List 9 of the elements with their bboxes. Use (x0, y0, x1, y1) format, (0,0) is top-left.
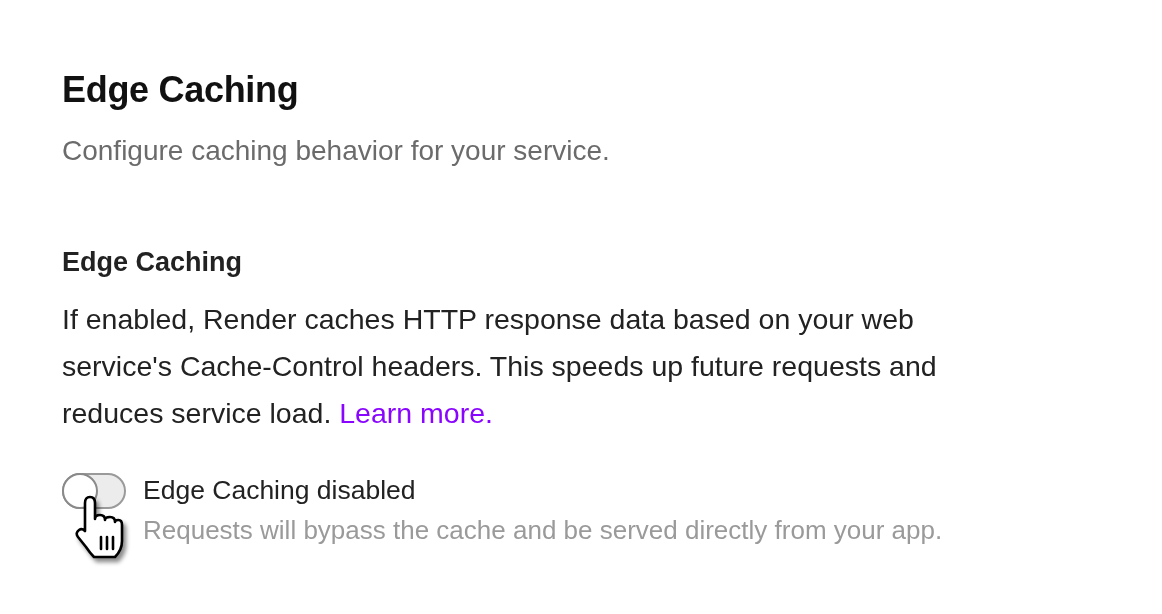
hand-pointer-icon (74, 495, 124, 559)
page-title: Edge Caching (62, 68, 300, 111)
learn-more-link[interactable]: Learn more. (339, 397, 493, 429)
toggle-label: Edge Caching disabled (143, 475, 417, 505)
section-heading: Edge Caching (62, 246, 244, 279)
section-description: If enabled, Render caches HTTP response data based on your web service's Cache-Control headers. This speeds up future requests and reduces service load. Learn more. (62, 302, 938, 431)
toggle-switch[interactable] (62, 473, 126, 509)
toggle-hint: Requests will bypass the cache and be served directly from your app. (143, 515, 943, 545)
page-subtitle: Configure caching behavior for your service. (62, 135, 611, 167)
